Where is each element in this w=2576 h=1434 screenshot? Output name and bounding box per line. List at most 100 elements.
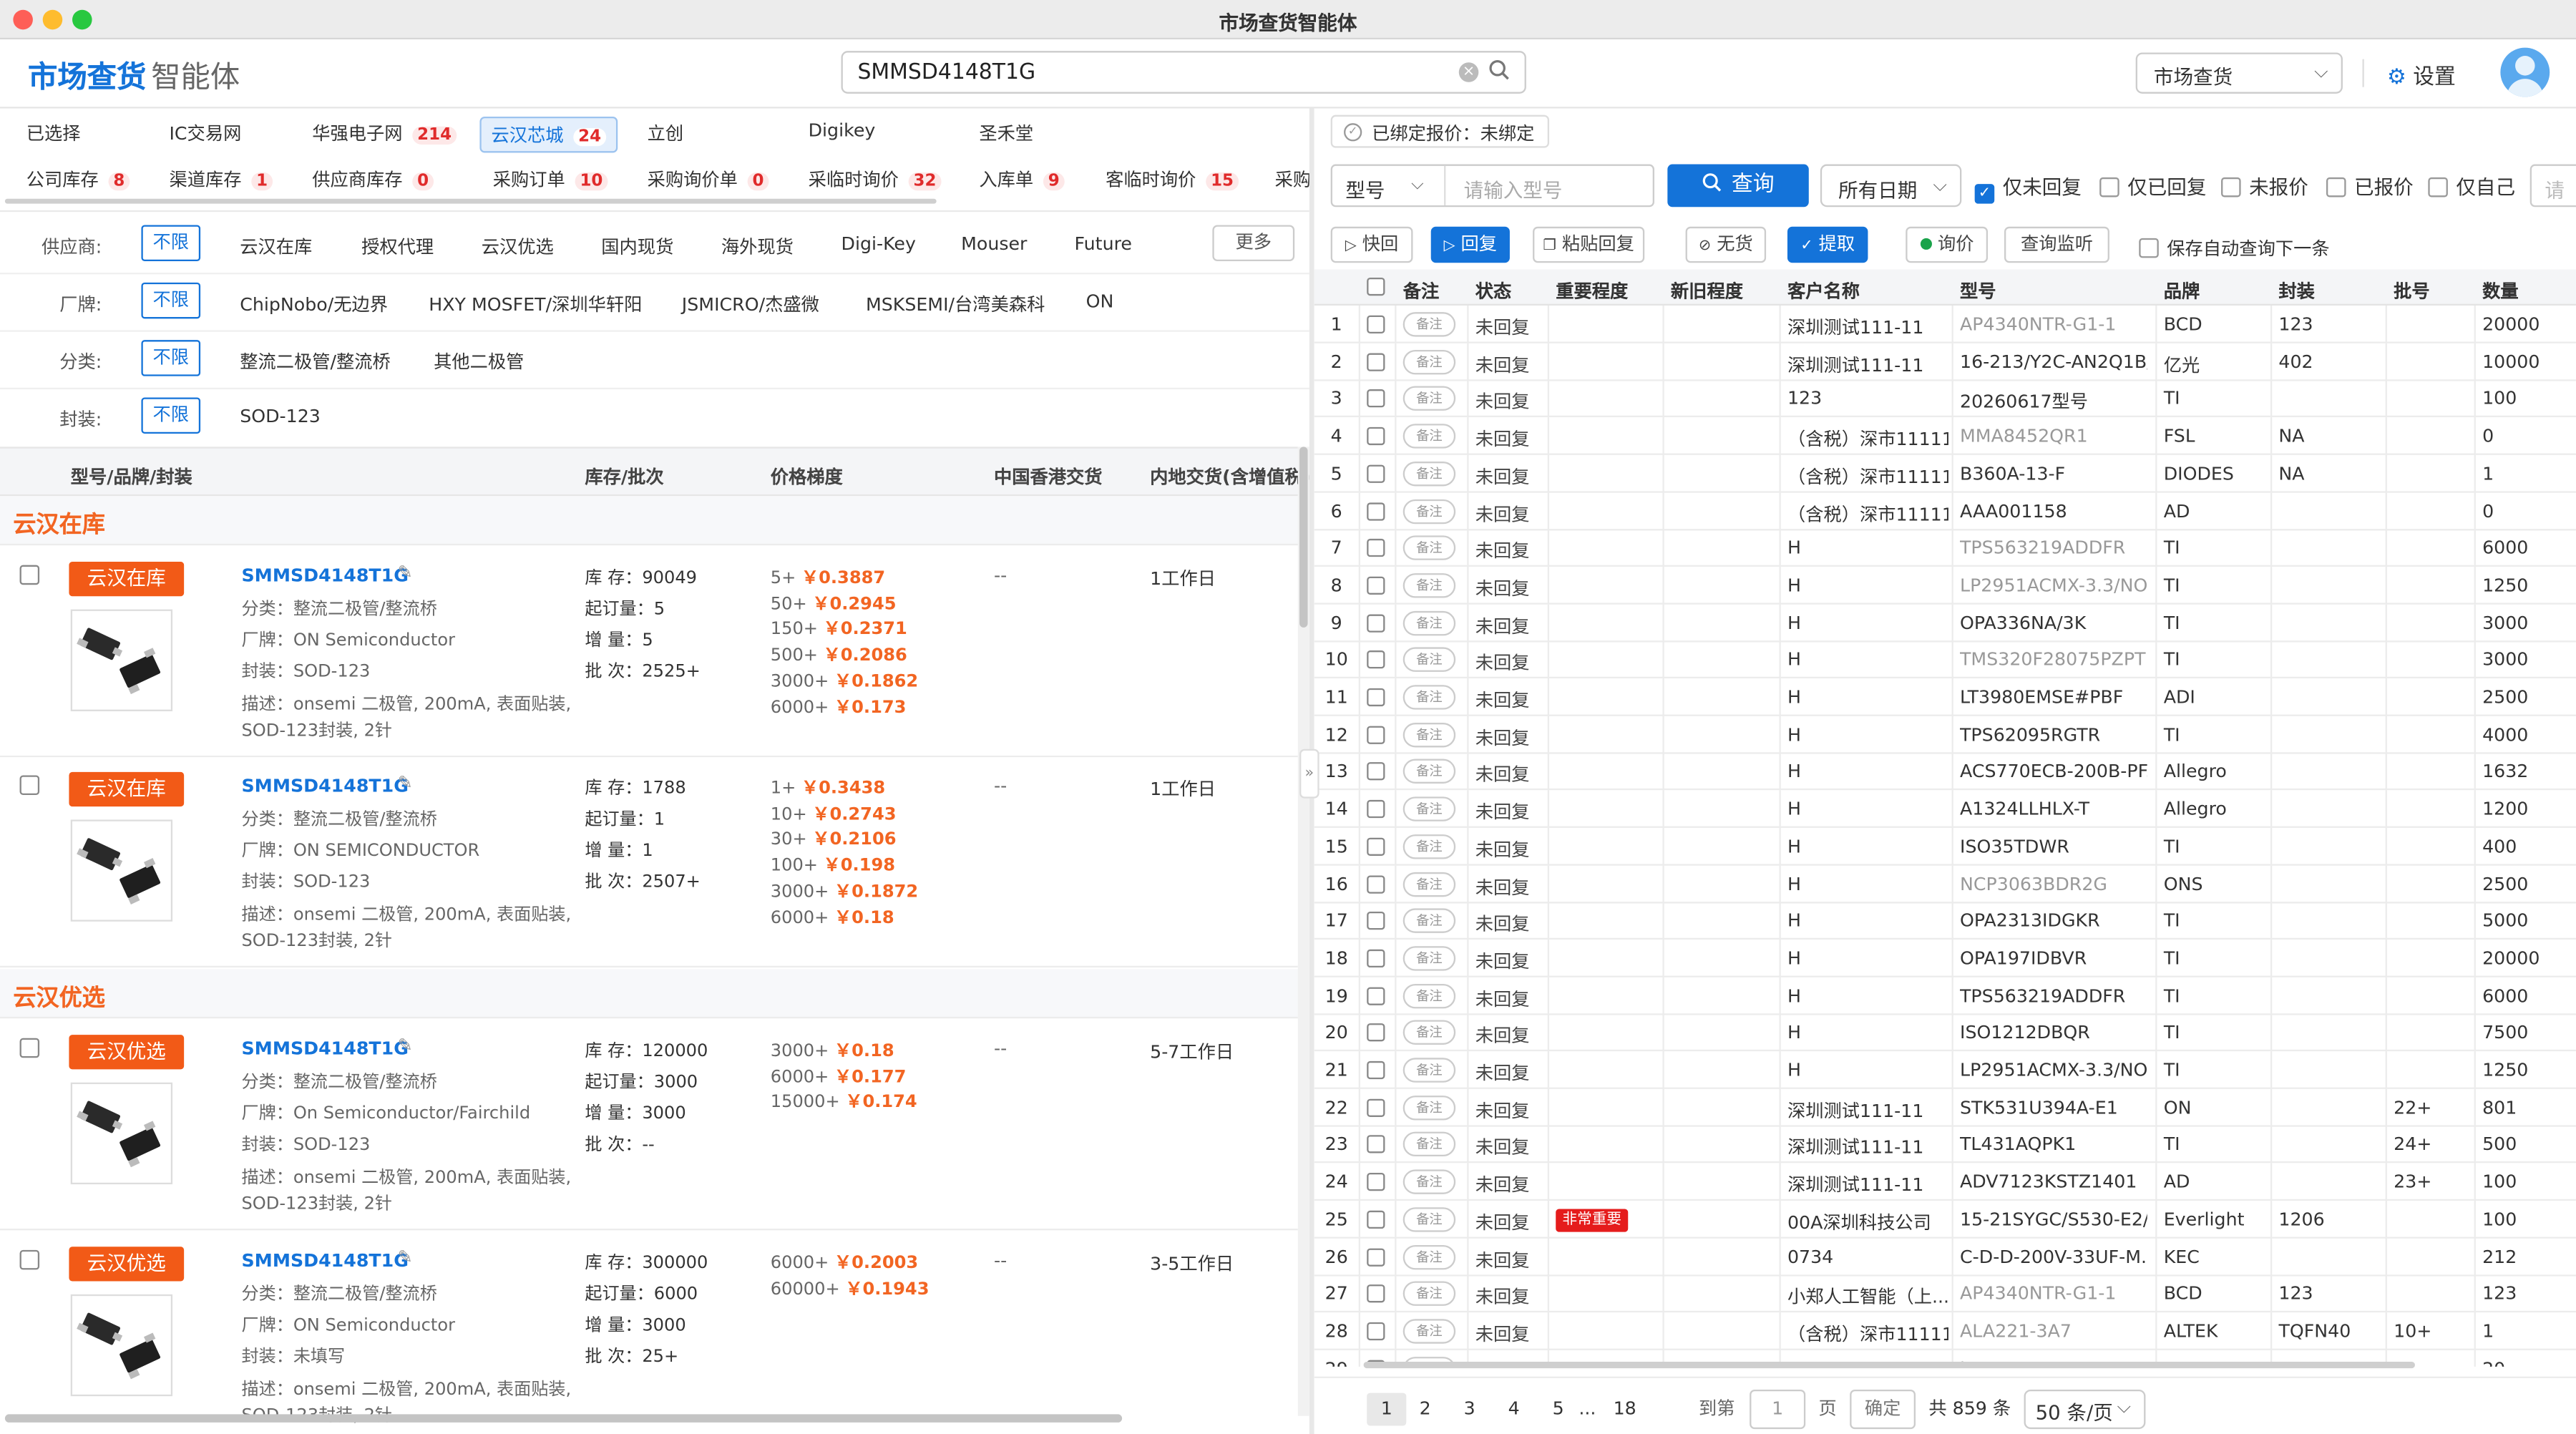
- table-row[interactable]: 9 备注 未回复 H OPA336NA/3K TI 3000: [1314, 603, 2576, 642]
- edit-icon[interactable]: ✎: [398, 1035, 413, 1056]
- page-size-select[interactable]: 50 条/页 ⌵: [2024, 1389, 2146, 1430]
- collapse-panel-button[interactable]: »: [1299, 748, 1319, 799]
- note-button[interactable]: 备注: [1402, 386, 1456, 411]
- table-horizontal-scrollbar[interactable]: [1363, 1361, 2415, 1369]
- table-row[interactable]: 5 备注未回复 （含税）深市11111... B360A-13-F DIODES NA 1: [1314, 454, 2576, 493]
- row-checkbox[interactable]: [1367, 763, 1385, 781]
- note-button[interactable]: 备注: [1402, 1169, 1456, 1195]
- filter-option[interactable]: 海外现货: [721, 233, 794, 260]
- row-model[interactable]: AAA001158: [1960, 500, 2147, 522]
- note-button[interactable]: 备注: [1402, 424, 1456, 449]
- table-row[interactable]: 20 备注 未回复 H ISO1212DBQR TI 7500: [1314, 1014, 2576, 1052]
- tab-purchase-orders[interactable]: 采购订单 10: [493, 166, 608, 192]
- only-replied-checkbox[interactable]: 仅已回复: [2099, 172, 2206, 200]
- table-row[interactable]: 3 备注 未回复 123 20260617型号 TI 100: [1314, 380, 2576, 418]
- mode-select[interactable]: 市场查货 ⌵: [2135, 52, 2343, 94]
- note-button[interactable]: 备注: [1402, 1020, 1456, 1045]
- row-checkbox[interactable]: [1367, 986, 1385, 1005]
- part-number-link[interactable]: SMMSD4148T1G: [241, 1038, 408, 1060]
- row-model[interactable]: TMS320F28075PZPT: [1960, 649, 2147, 670]
- row-checkbox[interactable]: [1367, 389, 1385, 409]
- table-row[interactable]: 19 备注 未回复 H TPS563219ADDFR TI 6000: [1314, 976, 2576, 1015]
- row-model[interactable]: MMA8452QR1: [1960, 426, 2147, 447]
- table-row[interactable]: 16 备注 未回复 H NCP3063BDR2G ONS 2500: [1314, 864, 2576, 903]
- row-model[interactable]: TPS62095RGTR: [1960, 724, 2147, 746]
- filter-option[interactable]: JSMICRO/杰盛微: [682, 291, 819, 317]
- row-checkbox[interactable]: [1367, 1247, 1385, 1266]
- table-row[interactable]: 23 备注 未回复 深圳测试111-11 TL431AQPK1 TI 24+ 500: [1314, 1126, 2576, 1164]
- row-model[interactable]: LT3980EMSE#PBF: [1960, 687, 2147, 708]
- note-button[interactable]: 备注: [1402, 945, 1456, 971]
- row-checkbox[interactable]: [1367, 837, 1385, 856]
- note-button[interactable]: 备注: [1402, 1206, 1456, 1232]
- row-checkbox[interactable]: [1367, 539, 1385, 557]
- note-button[interactable]: 备注: [1402, 498, 1456, 524]
- row-checkbox[interactable]: [1367, 949, 1385, 967]
- no-stock-button[interactable]: ⊘ 无货: [1685, 226, 1767, 263]
- filter-option[interactable]: 其他二极管: [434, 348, 524, 375]
- note-button[interactable]: 备注: [1402, 535, 1456, 561]
- extra-filter-input[interactable]: 请: [2529, 164, 2576, 208]
- row-model[interactable]: OPA336NA/3K: [1960, 612, 2147, 633]
- only-mine-checkbox[interactable]: 仅自己: [2428, 172, 2515, 200]
- confirm-page-button[interactable]: 确定: [1850, 1389, 1916, 1430]
- filter-option[interactable]: Mouser: [961, 233, 1027, 255]
- tab-digikey[interactable]: Digikey: [809, 120, 876, 142]
- item-checkbox[interactable]: [19, 1249, 40, 1270]
- note-button[interactable]: 备注: [1402, 1058, 1456, 1083]
- row-model[interactable]: TPS563219ADDFR: [1960, 537, 2147, 559]
- row-checkbox[interactable]: [1367, 502, 1385, 520]
- row-model[interactable]: TPS563219ADDFR: [1960, 985, 2147, 1006]
- note-button[interactable]: 备注: [1402, 461, 1456, 487]
- table-row[interactable]: 21 备注 未回复 H LP2951ACMX-3.3/NO... TI 1250: [1314, 1051, 2576, 1089]
- edit-icon[interactable]: ✎: [398, 772, 413, 794]
- filter-option[interactable]: 整流二极管/整流桥: [240, 348, 391, 375]
- table-row[interactable]: 2 备注未回复 深圳测试111-11 16-213/Y2C-AN2Q1B/... 亿光 4…: [1314, 343, 2576, 381]
- quoted-checkbox[interactable]: 已报价: [2326, 172, 2414, 200]
- filter-option[interactable]: Digi-Key: [841, 233, 916, 255]
- search-icon[interactable]: [1488, 59, 1510, 87]
- filter-option[interactable]: SOD-123: [240, 406, 321, 427]
- table-row[interactable]: 27 备注 未回复 小郑人工智能（上... AP4340NTR-G1-1 BCD 123 12…: [1314, 1274, 2576, 1313]
- global-search-input[interactable]: SMMSD4148T1G ×: [841, 51, 1526, 94]
- row-model[interactable]: ISO1212DBQR: [1960, 1022, 2147, 1043]
- table-row[interactable]: 11 备注 未回复 H LT3980EMSE#PBF ADI 2500: [1314, 678, 2576, 716]
- note-button[interactable]: 备注: [1402, 1132, 1456, 1157]
- tab-purchase-inquiry[interactable]: 采购询价单 0: [648, 166, 769, 192]
- row-checkbox[interactable]: [1367, 1210, 1385, 1229]
- date-select[interactable]: 所有日期 ⌵: [1820, 164, 1962, 208]
- table-row[interactable]: 7 备注 未回复 H TPS563219ADDFR TI 6000: [1314, 529, 2576, 567]
- filter-option[interactable]: 国内现货: [601, 233, 673, 260]
- tab-lcsc[interactable]: 立创: [648, 120, 684, 147]
- page-button[interactable]: 3: [1464, 1393, 1475, 1426]
- filter-option[interactable]: HXY MOSFET/深圳华轩阳: [429, 291, 642, 317]
- clear-icon[interactable]: ×: [1458, 62, 1479, 82]
- type-select[interactable]: 型号: [1345, 176, 1385, 204]
- row-checkbox[interactable]: [1367, 1322, 1385, 1340]
- note-button[interactable]: 备注: [1402, 648, 1456, 673]
- tab-company-stock[interactable]: 公司库存 8: [26, 166, 130, 192]
- row-checkbox[interactable]: [1367, 1023, 1385, 1043]
- row-checkbox[interactable]: [1367, 874, 1385, 893]
- unquoted-checkbox[interactable]: 未报价: [2221, 172, 2308, 200]
- note-button[interactable]: 备注: [1402, 834, 1456, 859]
- only-unreplied-checkbox[interactable]: ✓ 仅未回复: [1974, 172, 2082, 204]
- part-number-link[interactable]: SMMSD4148T1G: [241, 775, 408, 796]
- left-horizontal-scrollbar[interactable]: [4, 1414, 1123, 1423]
- note-button[interactable]: 备注: [1402, 1319, 1456, 1344]
- tab-inbound[interactable]: 入库单 9: [979, 166, 1065, 192]
- row-model[interactable]: 16-213/Y2C-AN2Q1B/...: [1960, 351, 2147, 373]
- filter-all-button[interactable]: 不限: [141, 282, 201, 319]
- table-row[interactable]: 18 备注 未回复 H OPA197IDBVR TI 20000: [1314, 939, 2576, 977]
- edit-icon[interactable]: ✎: [398, 562, 413, 583]
- part-number-link[interactable]: SMMSD4148T1G: [241, 1250, 408, 1272]
- table-row[interactable]: 15 备注 未回复 H ISO35TDWR TI 400: [1314, 827, 2576, 866]
- row-checkbox[interactable]: [1367, 650, 1385, 669]
- row-model[interactable]: TL431AQPK1: [1960, 1134, 2147, 1156]
- row-checkbox[interactable]: [1367, 912, 1385, 930]
- row-model[interactable]: OPA197IDBVR: [1960, 947, 2147, 969]
- row-checkbox[interactable]: [1367, 315, 1385, 333]
- paste-reply-button[interactable]: ❐ 粘贴回复: [1533, 226, 1645, 263]
- table-row[interactable]: 10 备注 未回复 H TMS320F28075PZPT TI 3000: [1314, 640, 2576, 679]
- tab-selected[interactable]: 已选择: [26, 120, 81, 147]
